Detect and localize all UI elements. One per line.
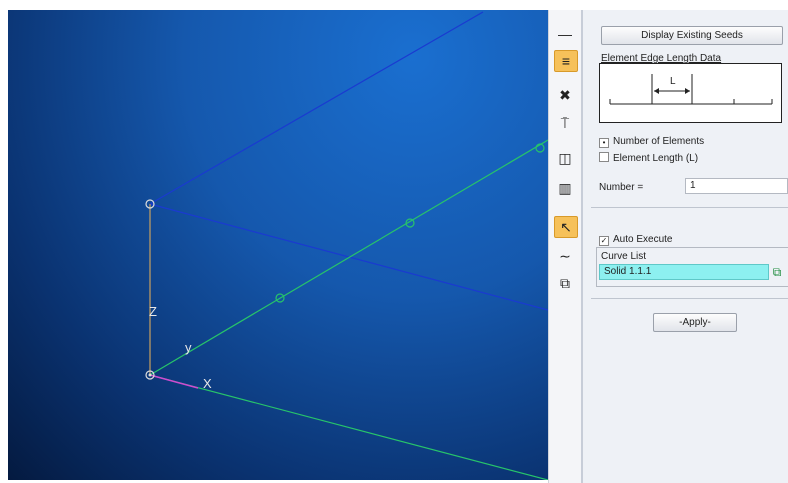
blue-edge-top — [149, 11, 484, 205]
y-axis-line — [149, 139, 548, 376]
number-of-elements-option[interactable]: • Number of Elements — [599, 136, 704, 148]
bar-icon[interactable]: ▥ — [554, 178, 576, 198]
seed-icon[interactable]: ⍑ — [554, 113, 576, 133]
divider — [591, 207, 788, 208]
curve-list-label: Curve List — [601, 251, 647, 262]
x-axis-label: X — [203, 376, 212, 391]
divider — [591, 298, 788, 299]
y-axis-label: y — [185, 340, 192, 355]
element-length-option[interactable]: Element Length (L) — [599, 152, 698, 164]
z-axis-label: Z — [149, 304, 157, 319]
tools-icon[interactable]: ✖ — [554, 85, 576, 105]
auto-execute-checkbox[interactable]: ✓ Auto Execute — [599, 234, 672, 246]
curve-icon[interactable]: ∼ — [554, 246, 576, 266]
number-label: Number = — [599, 182, 644, 193]
origin-dot — [148, 373, 152, 377]
display-existing-seeds-button[interactable]: Display Existing Seeds — [601, 26, 783, 45]
model-geometry — [145, 11, 548, 480]
copy-icon[interactable]: ⧉ — [554, 273, 576, 293]
split-icon[interactable]: ◫ — [554, 148, 576, 168]
curve-select-icon[interactable]: ⧉ — [769, 264, 785, 280]
edge-length-drawing — [609, 74, 773, 105]
apply-button[interactable]: -Apply- — [653, 313, 737, 332]
length-symbol: L — [670, 76, 676, 87]
checkbox-icon[interactable]: ✓ — [599, 236, 609, 246]
graphics-viewport[interactable]: Z y X — [8, 10, 548, 480]
equals-icon[interactable]: ≡ — [554, 50, 578, 72]
cursor-icon[interactable]: ↖ — [554, 216, 578, 238]
edge-length-diagram: L — [599, 63, 782, 123]
x-axis-triad — [149, 374, 199, 389]
curve-list-input[interactable]: Solid 1.1.1 — [599, 264, 769, 280]
number-input[interactable]: 1 — [685, 178, 788, 194]
vertical-toolbar: — ≡ ✖ ⍑ ◫ ▥ ↖ ∼ ⧉ — [548, 10, 584, 483]
radio-icon[interactable] — [599, 152, 609, 162]
radio-icon[interactable]: • — [599, 138, 609, 148]
minus-icon[interactable]: — — [554, 24, 576, 44]
